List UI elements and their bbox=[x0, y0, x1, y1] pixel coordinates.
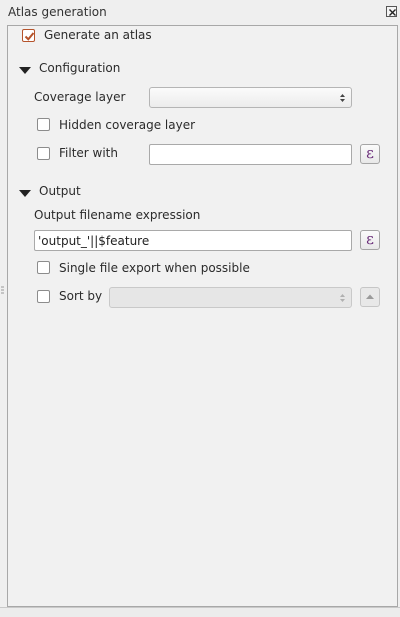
close-icon bbox=[389, 9, 396, 16]
generate-atlas-checkbox[interactable] bbox=[22, 29, 35, 42]
filter-expression-button[interactable]: ε bbox=[360, 144, 380, 164]
spin-arrows-icon bbox=[340, 294, 345, 302]
checkmark-icon bbox=[24, 32, 35, 41]
bottom-edge bbox=[0, 607, 400, 617]
generate-atlas-label: Generate an atlas bbox=[44, 28, 152, 42]
spin-arrows-icon bbox=[340, 94, 345, 102]
collapse-triangle-icon[interactable] bbox=[19, 67, 31, 74]
output-filename-label: Output filename expression bbox=[34, 208, 201, 222]
coverage-layer-label: Coverage layer bbox=[34, 90, 126, 104]
hidden-coverage-label: Hidden coverage layer bbox=[59, 118, 196, 132]
sort-by-label: Sort by bbox=[59, 289, 103, 303]
configuration-header[interactable]: Configuration bbox=[39, 61, 120, 75]
hidden-coverage-checkbox[interactable] bbox=[37, 118, 50, 131]
filter-with-label: Filter with bbox=[59, 146, 118, 160]
sort-by-combo[interactable] bbox=[109, 287, 352, 308]
single-file-checkbox[interactable] bbox=[37, 261, 50, 274]
dock-titlebar: Atlas generation bbox=[0, 0, 400, 24]
sort-order-button[interactable] bbox=[360, 287, 380, 307]
collapse-triangle-icon[interactable] bbox=[19, 190, 31, 197]
single-file-label: Single file export when possible bbox=[59, 261, 250, 275]
output-filename-field[interactable] bbox=[34, 230, 352, 251]
atlas-panel bbox=[7, 25, 398, 607]
splitter-handle-icon[interactable] bbox=[1, 286, 5, 296]
filename-expression-button[interactable]: ε bbox=[360, 230, 380, 250]
output-header[interactable]: Output bbox=[39, 184, 81, 198]
sort-by-checkbox[interactable] bbox=[37, 290, 50, 303]
coverage-layer-combo[interactable] bbox=[149, 87, 352, 108]
close-button[interactable] bbox=[386, 6, 397, 17]
triangle-up-icon bbox=[366, 294, 374, 299]
filter-with-checkbox[interactable] bbox=[37, 147, 50, 160]
filter-expression-field[interactable] bbox=[149, 144, 352, 165]
dock-title: Atlas generation bbox=[8, 5, 107, 19]
